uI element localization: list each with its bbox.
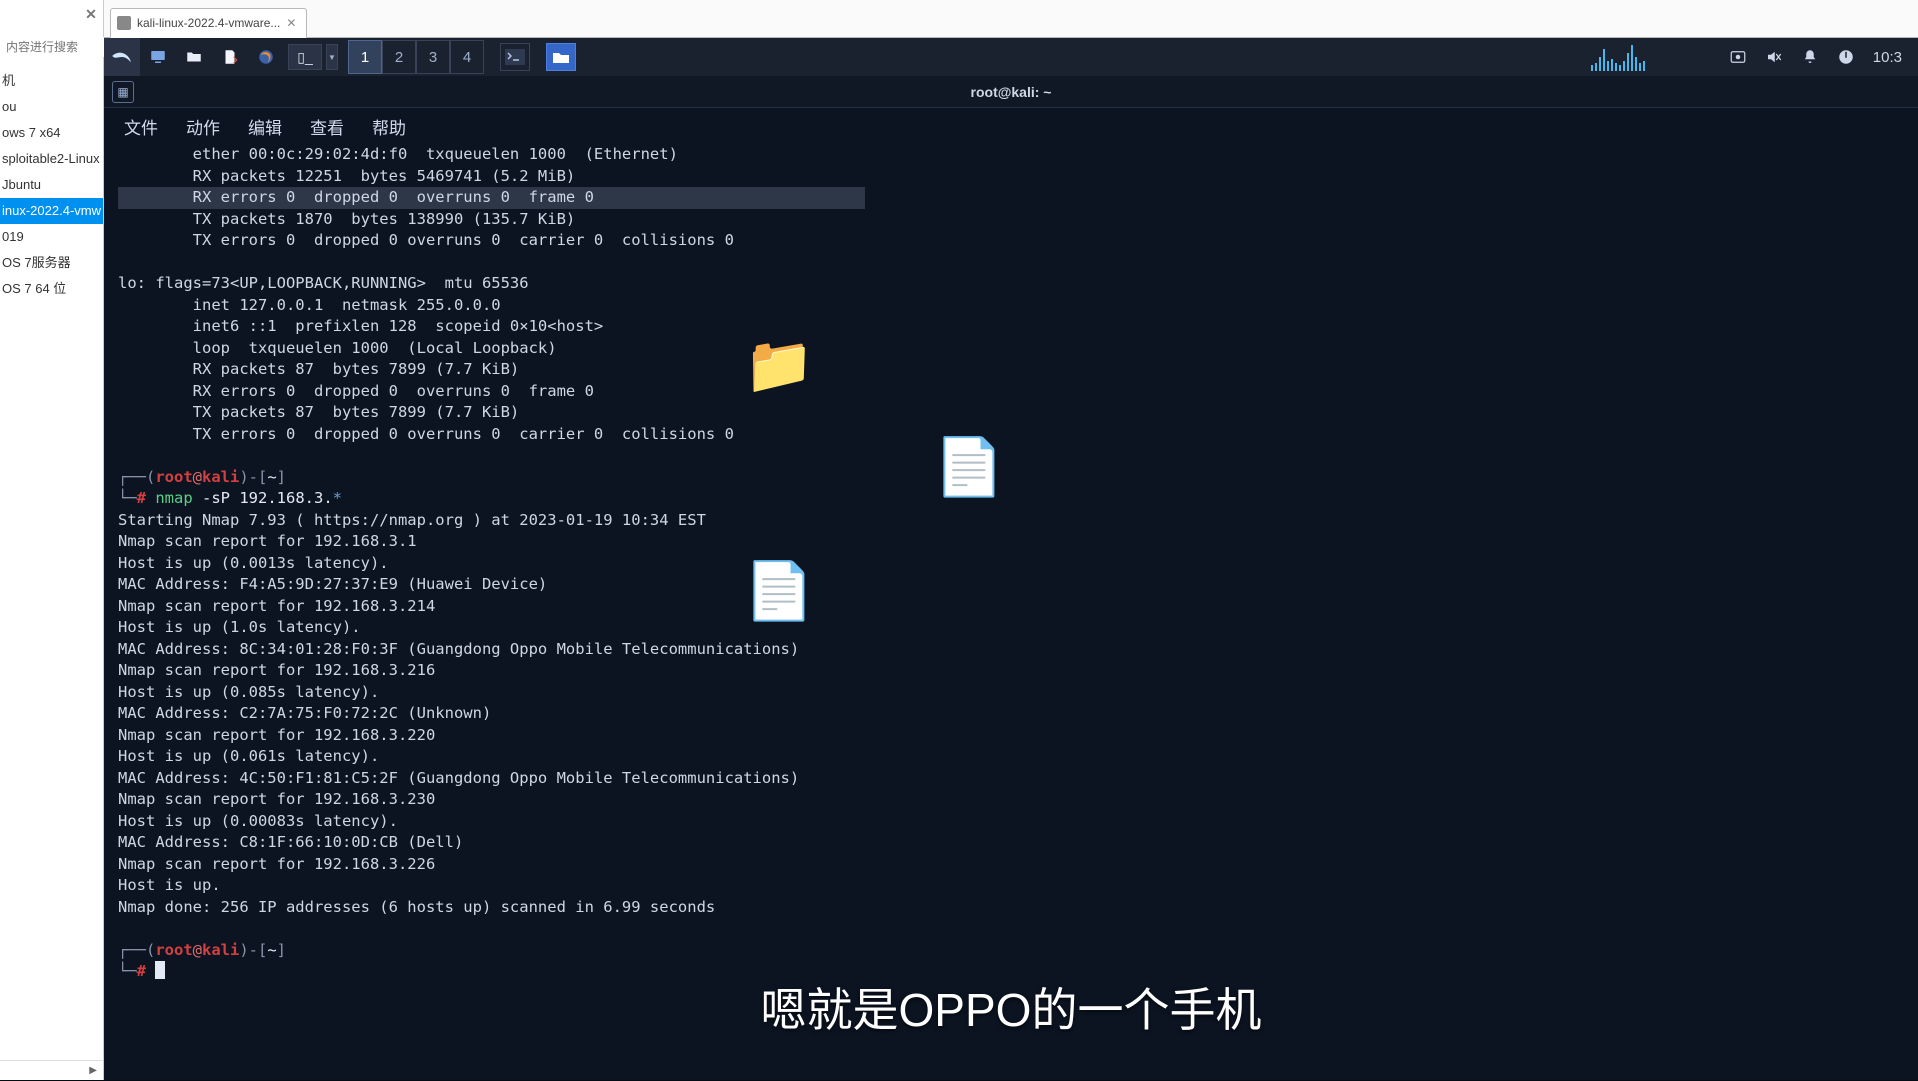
menu-编辑[interactable]: 编辑	[242, 110, 288, 143]
expand-arrow-icon[interactable]: ▶	[0, 1060, 103, 1080]
workspace-button-3[interactable]: 3	[416, 40, 450, 74]
cpu-graph	[1591, 43, 1711, 71]
kali-top-panel: ▯_ ▼ 1234 1	[104, 38, 1918, 76]
notifications-icon[interactable]	[1801, 48, 1819, 66]
kali-logo-icon	[109, 44, 135, 70]
vm-list-item[interactable]: OS 7服务器	[0, 250, 103, 276]
folder-icon	[185, 48, 203, 66]
window-list-icon[interactable]: ▦	[112, 81, 134, 103]
panel-right-group: 10:3	[1591, 43, 1918, 71]
show-desktop-button[interactable]	[140, 38, 176, 76]
folder-icon	[551, 49, 571, 65]
library-search: ▼	[0, 34, 103, 60]
terminal-launcher[interactable]: ▯_	[288, 44, 322, 70]
vm-list-item[interactable]: sploitable2-Linux	[0, 146, 103, 172]
menu-查看[interactable]: 查看	[304, 110, 350, 143]
close-icon[interactable]: ✕	[81, 4, 101, 24]
terminal-menu-bar: 文件动作编辑查看帮助	[104, 108, 1918, 144]
vm-icon	[117, 16, 131, 30]
vm-list-item[interactable]: 机	[0, 68, 103, 94]
window-title: root@kali: ~	[971, 84, 1052, 100]
kali-menu-button[interactable]	[104, 38, 140, 76]
firefox-icon	[257, 48, 275, 66]
workspace-switcher: 1234	[348, 40, 484, 74]
file-manager-button[interactable]	[176, 38, 212, 76]
screen-record-icon[interactable]	[1729, 48, 1747, 66]
guest-desktop: ▯_ ▼ 1234 1	[104, 38, 1918, 1080]
clock[interactable]: 10:3	[1873, 49, 1902, 66]
vm-list: 机ouows 7 x64sploitable2-LinuxJbuntuinux-…	[0, 68, 103, 302]
menu-帮助[interactable]: 帮助	[366, 110, 412, 143]
terminal-icon	[505, 49, 525, 65]
video-subtitle-overlay: 嗯就是OPPO的一个手机	[761, 974, 1262, 1040]
text-editor-button[interactable]	[212, 38, 248, 76]
workspace-button-4[interactable]: 4	[450, 40, 484, 74]
vm-list-item[interactable]: OS 7 64 位	[0, 276, 103, 302]
panel-left-group: ▯_ ▼ 1234	[104, 38, 576, 76]
vm-tab-label: kali-linux-2022.4-vmware...	[137, 16, 280, 30]
vm-tab-bar: kali-linux-2022.4-vmware... ✕	[104, 0, 1918, 38]
power-icon[interactable]	[1837, 48, 1855, 66]
terminal-output[interactable]: ether 00:0c:29:02:4d:f0 txqueuelen 1000 …	[104, 144, 1918, 997]
menu-动作[interactable]: 动作	[180, 110, 226, 143]
vm-list-item[interactable]: Jbuntu	[0, 172, 103, 198]
document-icon	[221, 48, 239, 66]
chevron-down-icon[interactable]: ▼	[326, 44, 338, 70]
firefox-button[interactable]	[248, 38, 284, 76]
desktop-icon	[149, 48, 167, 66]
terminal-title-bar: ▦ root@kali: ~	[104, 76, 1918, 108]
terminal-icon: ▯_	[297, 49, 313, 66]
workspace-button-2[interactable]: 2	[382, 40, 416, 74]
menu-文件[interactable]: 文件	[118, 110, 164, 143]
taskbar-files-window[interactable]	[546, 43, 576, 71]
vm-list-item[interactable]: ows 7 x64	[0, 120, 103, 146]
taskbar-terminal-window[interactable]	[500, 43, 530, 71]
vm-list-item[interactable]: ou	[0, 94, 103, 120]
workspace-button-1[interactable]: 1	[348, 40, 382, 74]
audio-muted-icon[interactable]	[1765, 48, 1783, 66]
vm-tab-active[interactable]: kali-linux-2022.4-vmware... ✕	[110, 8, 307, 38]
vm-list-item[interactable]: inux-2022.4-vmw	[0, 198, 103, 224]
close-icon[interactable]: ✕	[286, 16, 296, 30]
vmware-library-sidebar: ✕ ▼ 机ouows 7 x64sploitable2-LinuxJbuntui…	[0, 0, 104, 1080]
vm-list-item[interactable]: 019	[0, 224, 103, 250]
